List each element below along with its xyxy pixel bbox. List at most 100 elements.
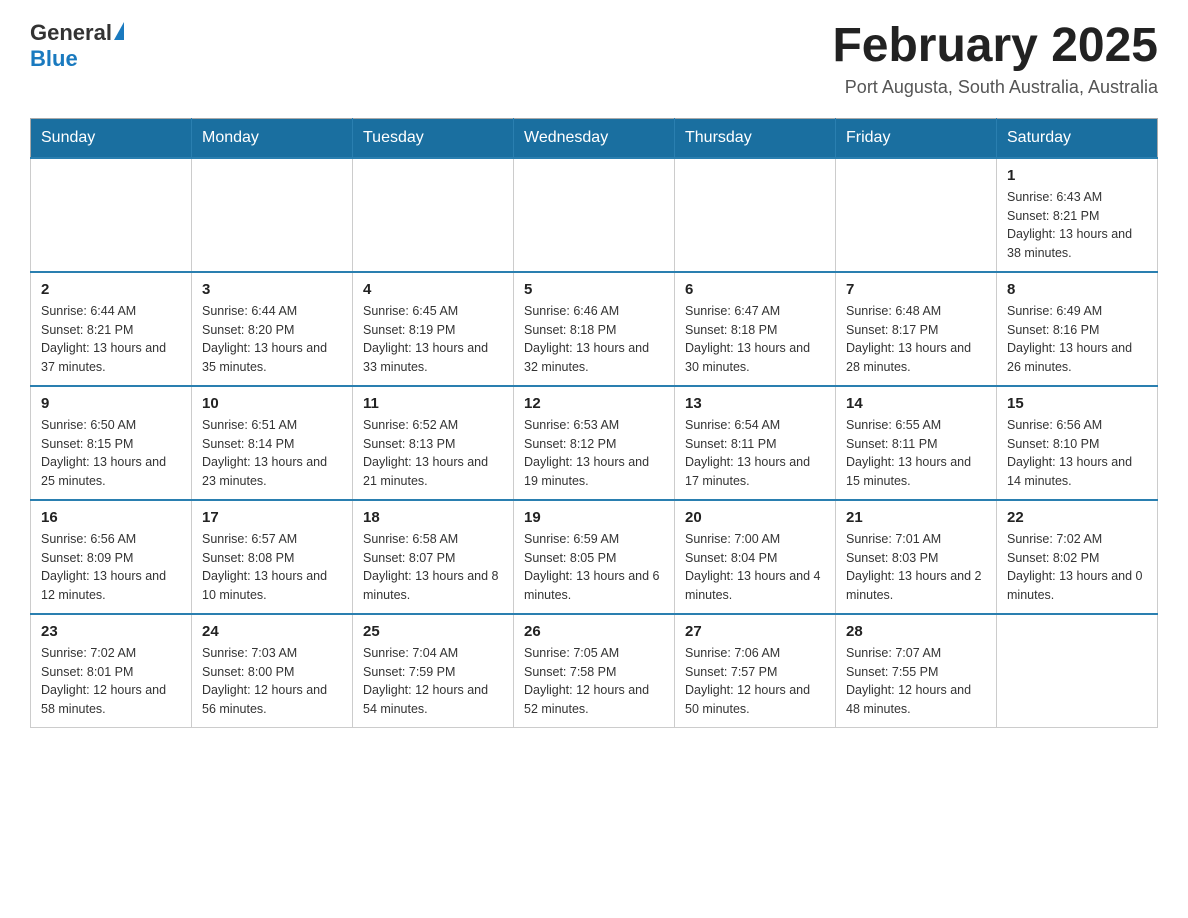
- calendar-cell: 8 Sunrise: 6:49 AM Sunset: 8:16 PM Daylig…: [997, 272, 1158, 386]
- day-number: 27: [685, 623, 825, 640]
- calendar-cell: 16 Sunrise: 6:56 AM Sunset: 8:09 PM Dayli…: [31, 500, 192, 614]
- calendar-cell: 1 Sunrise: 6:43 AM Sunset: 8:21 PM Daylig…: [997, 158, 1158, 272]
- calendar-header-thursday: Thursday: [675, 118, 836, 158]
- day-info: Sunrise: 6:45 AM Sunset: 8:19 PM Dayligh…: [363, 302, 503, 377]
- day-number: 12: [524, 395, 664, 412]
- day-info: Sunrise: 6:46 AM Sunset: 8:18 PM Dayligh…: [524, 302, 664, 377]
- location-title: Port Augusta, South Australia, Australia: [832, 77, 1158, 98]
- logo-blue-text: Blue: [30, 46, 78, 72]
- day-number: 19: [524, 509, 664, 526]
- day-info: Sunrise: 6:55 AM Sunset: 8:11 PM Dayligh…: [846, 416, 986, 491]
- calendar-cell: [192, 158, 353, 272]
- day-info: Sunrise: 7:06 AM Sunset: 7:57 PM Dayligh…: [685, 644, 825, 719]
- day-info: Sunrise: 6:51 AM Sunset: 8:14 PM Dayligh…: [202, 416, 342, 491]
- calendar-header-saturday: Saturday: [997, 118, 1158, 158]
- calendar-cell: 26 Sunrise: 7:05 AM Sunset: 7:58 PM Dayli…: [514, 614, 675, 728]
- title-block: February 2025 Port Augusta, South Austra…: [832, 20, 1158, 98]
- calendar-header-sunday: Sunday: [31, 118, 192, 158]
- day-info: Sunrise: 6:44 AM Sunset: 8:21 PM Dayligh…: [41, 302, 181, 377]
- day-number: 1: [1007, 167, 1147, 184]
- day-info: Sunrise: 7:00 AM Sunset: 8:04 PM Dayligh…: [685, 530, 825, 605]
- calendar-cell: 5 Sunrise: 6:46 AM Sunset: 8:18 PM Daylig…: [514, 272, 675, 386]
- day-info: Sunrise: 6:43 AM Sunset: 8:21 PM Dayligh…: [1007, 188, 1147, 263]
- calendar-cell: 15Sunrise: 6:56 AM Sunset: 8:10 PM Dayli…: [997, 386, 1158, 500]
- day-info: Sunrise: 7:02 AM Sunset: 8:01 PM Dayligh…: [41, 644, 181, 719]
- calendar-cell: 19 Sunrise: 6:59 AM Sunset: 8:05 PM Dayli…: [514, 500, 675, 614]
- day-number: 17: [202, 509, 342, 526]
- page-header: General Blue February 2025 Port Augusta,…: [30, 20, 1158, 98]
- logo-general-text: General: [30, 20, 112, 46]
- calendar-cell: 2Sunrise: 6:44 AM Sunset: 8:21 PM Daylig…: [31, 272, 192, 386]
- calendar-cell: [675, 158, 836, 272]
- calendar-cell: 23 Sunrise: 7:02 AM Sunset: 8:01 PM Dayli…: [31, 614, 192, 728]
- calendar-cell: 17 Sunrise: 6:57 AM Sunset: 8:08 PM Dayli…: [192, 500, 353, 614]
- day-info: Sunrise: 7:03 AM Sunset: 8:00 PM Dayligh…: [202, 644, 342, 719]
- calendar-cell: [514, 158, 675, 272]
- calendar-cell: [353, 158, 514, 272]
- day-info: Sunrise: 7:02 AM Sunset: 8:02 PM Dayligh…: [1007, 530, 1147, 605]
- calendar-cell: 25Sunrise: 7:04 AM Sunset: 7:59 PM Dayli…: [353, 614, 514, 728]
- calendar-header-monday: Monday: [192, 118, 353, 158]
- calendar-cell: 3 Sunrise: 6:44 AM Sunset: 8:20 PM Daylig…: [192, 272, 353, 386]
- day-number: 25: [363, 623, 503, 640]
- week-row-3: 9 Sunrise: 6:50 AM Sunset: 8:15 PM Daylig…: [31, 386, 1158, 500]
- day-info: Sunrise: 6:44 AM Sunset: 8:20 PM Dayligh…: [202, 302, 342, 377]
- day-number: 20: [685, 509, 825, 526]
- week-row-2: 2Sunrise: 6:44 AM Sunset: 8:21 PM Daylig…: [31, 272, 1158, 386]
- calendar-cell: [31, 158, 192, 272]
- day-number: 6: [685, 281, 825, 298]
- calendar-cell: 11Sunrise: 6:52 AM Sunset: 8:13 PM Dayli…: [353, 386, 514, 500]
- day-number: 7: [846, 281, 986, 298]
- calendar-cell: 10Sunrise: 6:51 AM Sunset: 8:14 PM Dayli…: [192, 386, 353, 500]
- calendar-cell: 27 Sunrise: 7:06 AM Sunset: 7:57 PM Dayli…: [675, 614, 836, 728]
- day-number: 23: [41, 623, 181, 640]
- day-number: 16: [41, 509, 181, 526]
- day-info: Sunrise: 6:53 AM Sunset: 8:12 PM Dayligh…: [524, 416, 664, 491]
- logo: General Blue: [30, 20, 124, 72]
- logo-triangle-icon: [114, 22, 124, 40]
- day-info: Sunrise: 6:48 AM Sunset: 8:17 PM Dayligh…: [846, 302, 986, 377]
- week-row-1: 1 Sunrise: 6:43 AM Sunset: 8:21 PM Daylig…: [31, 158, 1158, 272]
- day-number: 11: [363, 395, 503, 412]
- day-info: Sunrise: 6:50 AM Sunset: 8:15 PM Dayligh…: [41, 416, 181, 491]
- day-number: 9: [41, 395, 181, 412]
- day-info: Sunrise: 7:01 AM Sunset: 8:03 PM Dayligh…: [846, 530, 986, 605]
- day-number: 28: [846, 623, 986, 640]
- day-info: Sunrise: 6:56 AM Sunset: 8:09 PM Dayligh…: [41, 530, 181, 605]
- day-info: Sunrise: 6:57 AM Sunset: 8:08 PM Dayligh…: [202, 530, 342, 605]
- day-info: Sunrise: 7:07 AM Sunset: 7:55 PM Dayligh…: [846, 644, 986, 719]
- day-number: 4: [363, 281, 503, 298]
- calendar-cell: 4 Sunrise: 6:45 AM Sunset: 8:19 PM Daylig…: [353, 272, 514, 386]
- day-info: Sunrise: 6:47 AM Sunset: 8:18 PM Dayligh…: [685, 302, 825, 377]
- day-number: 26: [524, 623, 664, 640]
- day-info: Sunrise: 6:58 AM Sunset: 8:07 PM Dayligh…: [363, 530, 503, 605]
- day-number: 5: [524, 281, 664, 298]
- calendar-cell: 18Sunrise: 6:58 AM Sunset: 8:07 PM Dayli…: [353, 500, 514, 614]
- day-number: 3: [202, 281, 342, 298]
- calendar-cell: [997, 614, 1158, 728]
- calendar-cell: 12 Sunrise: 6:53 AM Sunset: 8:12 PM Dayli…: [514, 386, 675, 500]
- calendar-header-row: SundayMondayTuesdayWednesdayThursdayFrid…: [31, 118, 1158, 158]
- calendar-cell: 21 Sunrise: 7:01 AM Sunset: 8:03 PM Dayli…: [836, 500, 997, 614]
- calendar-header-wednesday: Wednesday: [514, 118, 675, 158]
- calendar-header-friday: Friday: [836, 118, 997, 158]
- day-number: 21: [846, 509, 986, 526]
- week-row-5: 23 Sunrise: 7:02 AM Sunset: 8:01 PM Dayli…: [31, 614, 1158, 728]
- calendar-cell: 7 Sunrise: 6:48 AM Sunset: 8:17 PM Daylig…: [836, 272, 997, 386]
- day-info: Sunrise: 6:56 AM Sunset: 8:10 PM Dayligh…: [1007, 416, 1147, 491]
- calendar-cell: 9 Sunrise: 6:50 AM Sunset: 8:15 PM Daylig…: [31, 386, 192, 500]
- day-info: Sunrise: 6:49 AM Sunset: 8:16 PM Dayligh…: [1007, 302, 1147, 377]
- day-info: Sunrise: 6:59 AM Sunset: 8:05 PM Dayligh…: [524, 530, 664, 605]
- calendar-cell: [836, 158, 997, 272]
- day-info: Sunrise: 7:05 AM Sunset: 7:58 PM Dayligh…: [524, 644, 664, 719]
- calendar-cell: 20 Sunrise: 7:00 AM Sunset: 8:04 PM Dayli…: [675, 500, 836, 614]
- calendar-cell: 13Sunrise: 6:54 AM Sunset: 8:11 PM Dayli…: [675, 386, 836, 500]
- day-number: 24: [202, 623, 342, 640]
- calendar-cell: 28 Sunrise: 7:07 AM Sunset: 7:55 PM Dayli…: [836, 614, 997, 728]
- day-number: 8: [1007, 281, 1147, 298]
- day-number: 22: [1007, 509, 1147, 526]
- calendar-table: SundayMondayTuesdayWednesdayThursdayFrid…: [30, 118, 1158, 728]
- calendar-cell: 6 Sunrise: 6:47 AM Sunset: 8:18 PM Daylig…: [675, 272, 836, 386]
- day-number: 14: [846, 395, 986, 412]
- day-number: 13: [685, 395, 825, 412]
